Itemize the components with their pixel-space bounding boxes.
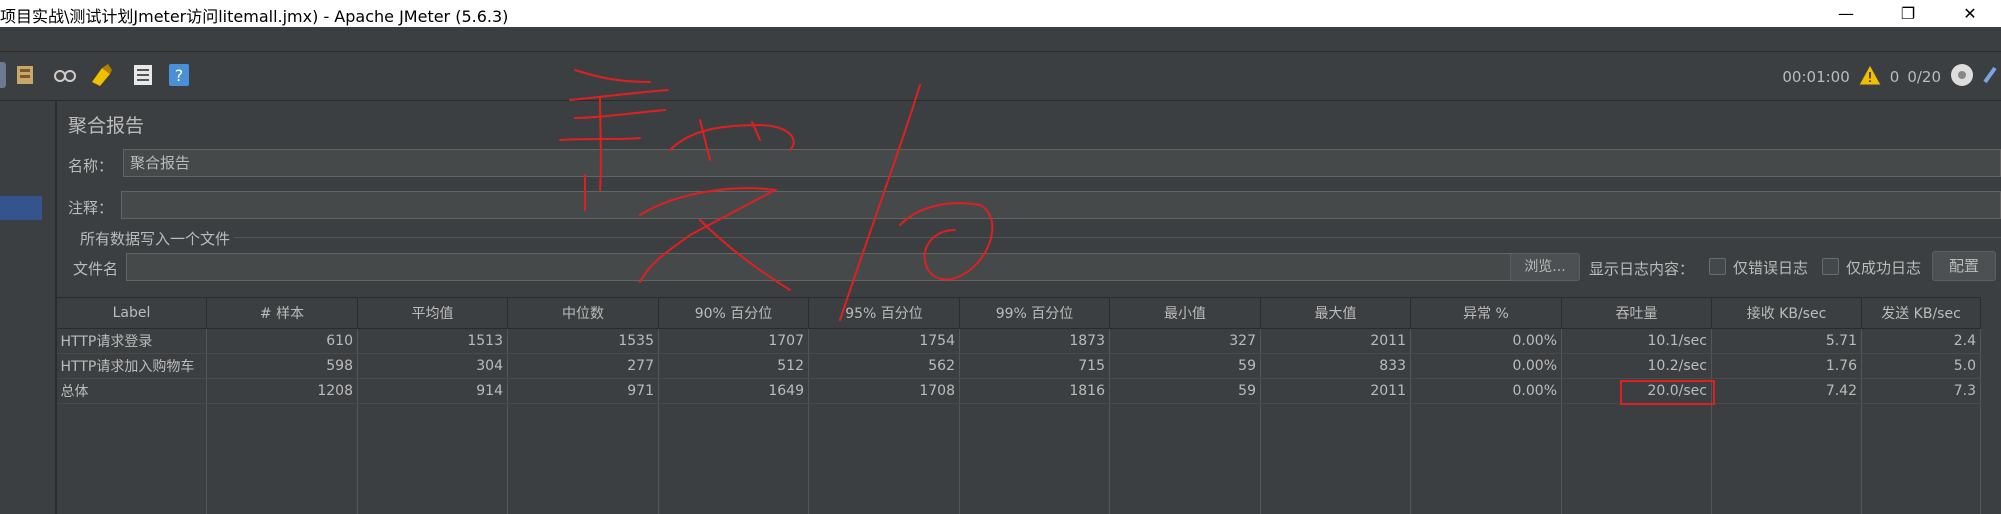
table-row[interactable]: HTTP请求登录 610 1513 1535 1707 1754 1873 32… [56, 328, 1981, 354]
selected-tree-node[interactable] [0, 196, 42, 220]
table-cell: 1816 [959, 378, 1110, 404]
table-cell: 610 [206, 328, 358, 354]
table-cell: 598 [206, 353, 358, 379]
comment-field[interactable] [121, 191, 2001, 219]
column-header[interactable]: 吞吐量 [1561, 297, 1712, 329]
table-cell: 562 [808, 353, 960, 379]
minimize-button[interactable]: — [1815, 0, 1877, 27]
table-cell: 914 [357, 378, 508, 404]
window-title: 项目实战\测试计划Jmeter访问litemall.jmx) - Apache … [0, 7, 509, 26]
help-icon[interactable]: ? [166, 62, 192, 88]
clear-icon[interactable] [12, 62, 38, 88]
table-cell: 1.76 [1711, 353, 1862, 379]
table-cell: 0.00% [1410, 353, 1562, 379]
window-controls: — ❐ ✕ [1815, 0, 2001, 27]
panel-title: 聚合报告 [68, 115, 145, 137]
column-header[interactable]: 99% 百分位 [959, 297, 1110, 329]
aggregate-report-table[interactable]: Label # 样本 平均值 中位数 90% 百分位 95% 百分位 99% 百… [56, 297, 1981, 514]
window-titlebar: 项目实战\测试计划Jmeter访问litemall.jmx) - Apache … [0, 0, 2001, 27]
table-row[interactable]: HTTP请求加入购物车 598 304 277 512 562 715 59 8… [56, 353, 1981, 379]
name-label: 名称： [68, 157, 114, 175]
toolbar: ? [0, 52, 2001, 101]
warning-icon[interactable]: ! [1857, 63, 1882, 90]
table-cell: 512 [658, 353, 809, 379]
run-status: 00:01:00 ! 0 0/20 [1782, 62, 2001, 92]
group-title: 所有数据写入一个文件 [76, 228, 235, 249]
success-only-label: 仅成功日志 [1846, 259, 1922, 277]
column-header[interactable]: 接收 KB/sec [1711, 297, 1862, 329]
column-header[interactable]: # 样本 [206, 297, 358, 329]
configure-button[interactable]: 配置 [1932, 251, 1996, 281]
table-cell: 0.00% [1410, 378, 1562, 404]
table-cell: 7.42 [1711, 378, 1862, 404]
table-cell: 715 [959, 353, 1110, 379]
partial-icon[interactable] [0, 62, 6, 88]
search-icon[interactable] [52, 62, 78, 88]
elapsed-time: 00:01:00 [1782, 68, 1850, 86]
table-cell: 5.0 [1861, 353, 1981, 379]
table-cell: 1754 [808, 328, 960, 354]
column-header[interactable]: 中位数 [507, 297, 659, 329]
warning-count: 0 [1889, 68, 1900, 86]
table-cell: 2.4 [1861, 328, 1981, 354]
table-header-row: Label # 样本 平均值 中位数 90% 百分位 95% 百分位 99% 百… [56, 297, 1981, 329]
success-only-checkbox[interactable] [1822, 258, 1839, 275]
svg-text:!: ! [1867, 71, 1872, 86]
table-cell: 59 [1109, 353, 1261, 379]
name-field[interactable]: 聚合报告 [123, 149, 2001, 177]
table-cell: 833 [1260, 353, 1411, 379]
table-cell: 971 [507, 378, 659, 404]
table-cell: 0.00% [1410, 328, 1562, 354]
column-header[interactable]: 95% 百分位 [808, 297, 960, 329]
table-cell: 2011 [1260, 378, 1411, 404]
table-cell: HTTP请求登录 [56, 328, 207, 354]
table-cell: 327 [1109, 328, 1261, 354]
remote-status-icon[interactable] [1949, 62, 1975, 92]
table-cell: 7.3 [1861, 378, 1981, 404]
table-cell: 59 [1109, 378, 1261, 404]
reset-search-icon[interactable] [88, 62, 114, 88]
test-plan-tree[interactable] [0, 101, 57, 514]
table-cell: 10.1/sec [1561, 328, 1712, 354]
table-cell: 1707 [658, 328, 809, 354]
log-content-label: 显示日志内容： [1589, 260, 1695, 278]
errors-only-label: 仅错误日志 [1733, 259, 1809, 277]
browse-button[interactable]: 浏览... [1510, 253, 1580, 281]
errors-only-checkbox[interactable] [1709, 258, 1726, 275]
filename-field[interactable] [126, 253, 1556, 281]
function-helper-icon[interactable] [130, 62, 156, 88]
menu-bar [0, 27, 2001, 52]
column-header[interactable]: 90% 百分位 [658, 297, 809, 329]
table-cell: HTTP请求加入购物车 [56, 353, 207, 379]
table-cell: 1649 [658, 378, 809, 404]
throughput-highlight-box [1620, 380, 1715, 405]
column-header[interactable]: 平均值 [357, 297, 508, 329]
column-header[interactable]: 最大值 [1260, 297, 1411, 329]
column-header[interactable]: 发送 KB/sec [1861, 297, 1981, 329]
table-cell: 1208 [206, 378, 358, 404]
table-cell: 1873 [959, 328, 1110, 354]
table-cell: 1535 [507, 328, 659, 354]
column-header[interactable]: Label [56, 297, 207, 329]
svg-text:?: ? [175, 66, 184, 85]
group-divider [78, 237, 2001, 238]
table-empty-area [56, 403, 1981, 514]
shortcut-icon[interactable] [1983, 62, 1997, 92]
table-cell: 5.71 [1711, 328, 1862, 354]
table-cell: 277 [507, 353, 659, 379]
table-cell: 2011 [1260, 328, 1411, 354]
comment-label: 注释： [68, 199, 114, 217]
filename-label: 文件名 [73, 260, 119, 278]
table-cell: 304 [357, 353, 508, 379]
close-button[interactable]: ✕ [1939, 0, 2001, 27]
maximize-button[interactable]: ❐ [1877, 0, 1939, 27]
active-threads: 0/20 [1907, 68, 1941, 86]
table-cell: 10.2/sec [1561, 353, 1712, 379]
table-cell: 1708 [808, 378, 960, 404]
table-cell: 1513 [357, 328, 508, 354]
column-header[interactable]: 异常 % [1410, 297, 1562, 329]
column-header[interactable]: 最小值 [1109, 297, 1261, 329]
table-cell: 总体 [56, 378, 207, 404]
